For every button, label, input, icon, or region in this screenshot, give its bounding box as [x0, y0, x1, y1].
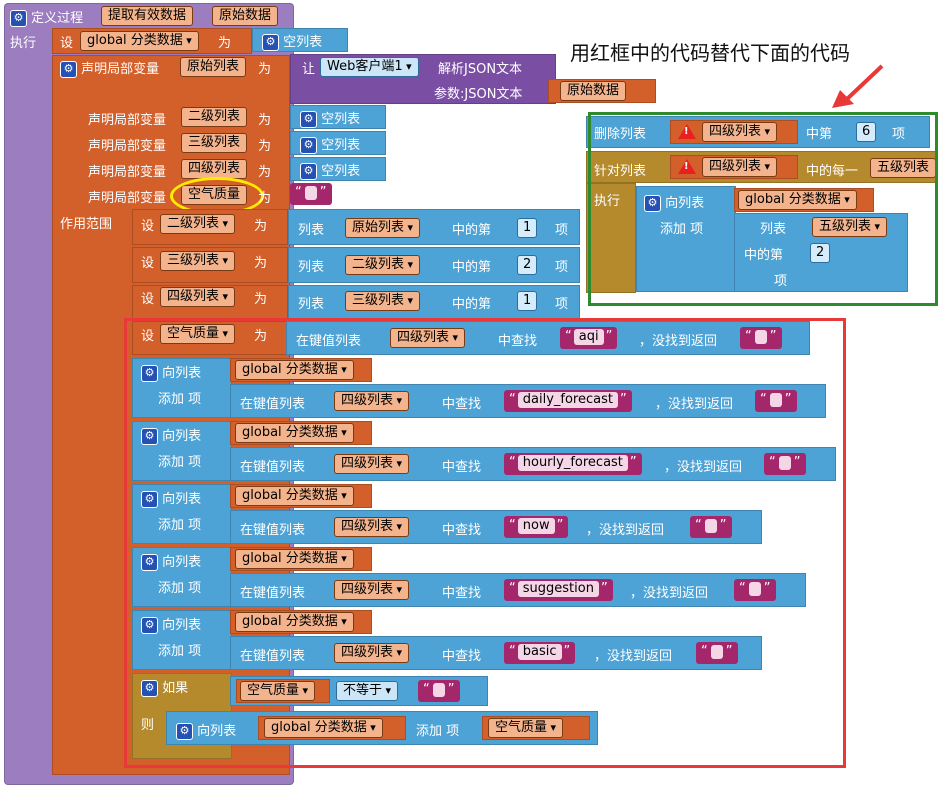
as-label: 为	[258, 191, 272, 206]
gear-icon[interactable]: ⚙	[300, 137, 317, 154]
as-label: 为	[258, 62, 272, 77]
local-var-list4[interactable]: 四级列表	[181, 159, 248, 179]
declare-local-label: 声明局部变量	[88, 113, 167, 128]
declare-local-label: 声明局部变量	[88, 139, 167, 154]
gear-icon[interactable]: ⚙	[10, 10, 27, 27]
empty-list-label: 空列表	[283, 35, 323, 50]
execute-label: 执行	[10, 36, 37, 51]
declare-local-label: 声明局部变量	[88, 165, 167, 180]
procedure-param[interactable]: 原始数据	[212, 6, 279, 26]
gear-icon[interactable]: ⚙	[300, 111, 317, 128]
index-number[interactable]: 1	[517, 218, 538, 238]
declare-local-label: 声明局部变量	[81, 62, 160, 77]
set-label: 设	[141, 292, 155, 307]
nth-of-label: 中的第	[452, 260, 492, 275]
empty-list-label: 空列表	[321, 138, 361, 153]
gear-icon[interactable]: ⚙	[262, 34, 279, 51]
red-highlight-frame	[124, 318, 846, 768]
local-var-list2[interactable]: 二级列表	[181, 107, 248, 127]
empty-string	[304, 185, 317, 200]
empty-list-content: ⚙ 空列表	[300, 160, 360, 180]
as-label: 为	[218, 36, 232, 51]
procedure-name[interactable]: 提取有效数据	[101, 6, 194, 26]
item-label: 项	[555, 297, 569, 312]
procedure-header: ⚙ 定义过程	[10, 7, 83, 27]
index-number[interactable]: 1	[517, 291, 538, 311]
empty-text-block[interactable]: “”	[290, 183, 332, 205]
let-label: 让	[302, 62, 316, 77]
param-json-label: 参数:JSON文本	[434, 87, 523, 102]
local-var-list3[interactable]: 三级列表	[181, 133, 248, 153]
as-label: 为	[254, 219, 268, 234]
local-var-raw-list[interactable]: 原始列表	[180, 57, 247, 77]
as-label: 为	[258, 113, 272, 128]
index-number[interactable]: 2	[517, 255, 538, 275]
as-label: 为	[258, 139, 272, 154]
list3-dropdown[interactable]: 三级列表	[160, 251, 236, 271]
raw-data-var[interactable]: 原始数据	[560, 81, 627, 101]
declare-local-header: ⚙ 声明局部变量	[60, 58, 159, 78]
web-component-dropdown[interactable]: Web客户端1	[320, 57, 419, 77]
set-label: 设	[60, 36, 74, 51]
raw-list-dropdown[interactable]: 原始列表	[345, 218, 421, 238]
define-procedure-label: 定义过程	[31, 11, 84, 26]
empty-list-content: ⚙ 空列表	[300, 108, 360, 128]
gear-icon[interactable]: ⚙	[60, 61, 77, 78]
list-label: 列表	[298, 223, 325, 238]
list2-dropdown[interactable]: 二级列表	[160, 214, 236, 234]
empty-list-content: ⚙ 空列表	[262, 31, 322, 51]
declare-local-label: 声明局部变量	[88, 191, 167, 206]
list2-dropdown[interactable]: 二级列表	[345, 255, 421, 275]
item-label: 项	[555, 223, 569, 238]
list3-dropdown[interactable]: 三级列表	[345, 291, 421, 311]
nth-of-label: 中的第	[452, 297, 492, 312]
set-label: 设	[141, 219, 155, 234]
parse-json-label: 解析JSON文本	[438, 62, 523, 77]
empty-list-label: 空列表	[321, 164, 361, 179]
global-var-dropdown[interactable]: global 分类数据	[80, 31, 199, 51]
empty-list-label: 空列表	[321, 112, 361, 127]
scope-label: 作用范围	[60, 217, 113, 232]
annotation-text: 用红框中的代码替代下面的代码	[570, 41, 850, 65]
nth-of-label: 中的第	[452, 223, 492, 238]
item-label: 项	[555, 260, 569, 275]
list-label: 列表	[298, 260, 325, 275]
list-label: 列表	[298, 297, 325, 312]
as-label: 为	[258, 165, 272, 180]
empty-list-content: ⚙ 空列表	[300, 134, 360, 154]
as-label: 为	[254, 292, 268, 307]
gear-icon[interactable]: ⚙	[300, 163, 317, 180]
set-label: 设	[141, 256, 155, 271]
list4-dropdown[interactable]: 四级列表	[160, 287, 236, 307]
green-highlight-frame	[588, 112, 938, 306]
as-label: 为	[254, 256, 268, 271]
arrow-icon	[832, 64, 884, 108]
